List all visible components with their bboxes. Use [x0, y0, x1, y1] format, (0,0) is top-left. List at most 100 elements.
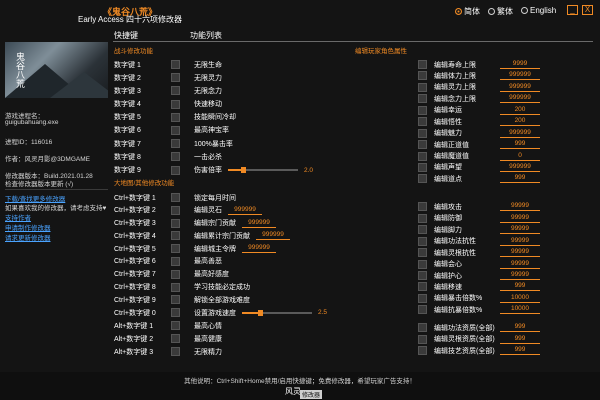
toggle-button[interactable] [418, 128, 427, 138]
toggle-button[interactable] [418, 271, 427, 280]
value-input[interactable]: 99999 [500, 260, 540, 269]
toggle-button[interactable] [171, 295, 180, 305]
toggle-button[interactable] [171, 193, 180, 202]
link-support-author[interactable]: 支持作者 [5, 212, 31, 222]
link-request-update[interactable]: 请求更新修改器 [5, 232, 51, 242]
toggle-button[interactable] [171, 269, 180, 279]
toggle-button[interactable] [418, 162, 427, 172]
attribute-label: 编辑灵力上限 [434, 84, 476, 92]
slider-handle[interactable] [241, 167, 247, 173]
toggle-button[interactable] [171, 73, 180, 83]
toggle-button[interactable] [171, 282, 180, 292]
lang-label: 繁体 [497, 7, 513, 16]
lang-option-traditional[interactable]: 繁体 [488, 6, 513, 17]
close-button[interactable]: X [582, 5, 593, 15]
value-input[interactable]: 10000 [500, 294, 540, 303]
toggle-button[interactable] [171, 99, 180, 109]
value-input[interactable]: 999999 [500, 163, 540, 172]
toggle-button[interactable] [171, 165, 180, 175]
toggle-button[interactable] [418, 117, 427, 127]
toggle-button[interactable] [418, 334, 427, 344]
toggle-button[interactable] [171, 125, 180, 135]
value-input[interactable]: 999 [500, 174, 540, 184]
value-input[interactable]: 999999 [242, 244, 276, 254]
value-input[interactable]: 0 [500, 152, 540, 161]
value-input[interactable]: 99999 [500, 271, 540, 280]
toggle-button[interactable] [418, 60, 427, 69]
attribute-label: 编辑魔道值 [434, 153, 469, 160]
toggle-button[interactable] [171, 112, 180, 122]
value-input[interactable]: 999 [500, 140, 540, 150]
column-hotkey: 快捷键 [114, 31, 138, 40]
hotkey-label: Ctrl+数字键 4 [114, 232, 156, 240]
toggle-button[interactable] [171, 347, 180, 357]
value-input[interactable]: 999999 [256, 231, 290, 241]
value-input[interactable]: 999 [500, 346, 540, 356]
value-input[interactable]: 200 [500, 117, 540, 127]
toggle-button[interactable] [418, 105, 427, 115]
toggle-button[interactable] [171, 205, 180, 215]
slider-handle[interactable] [257, 309, 263, 316]
value-input[interactable]: 200 [500, 106, 540, 115]
value-input[interactable]: 999 [500, 323, 540, 333]
value-input[interactable]: 99999 [500, 248, 540, 258]
process-id: 进程ID：116016 [5, 139, 53, 146]
link-request-trainer[interactable]: 申请制作修改器 [5, 222, 51, 232]
attribute-label: 编辑灵根资质(全部) [434, 336, 495, 344]
toggle-button[interactable] [418, 259, 427, 269]
value-input[interactable]: 99999 [500, 237, 540, 246]
cheat-row: Ctrl+数字键 6 最高善恶 [114, 256, 327, 267]
update-check[interactable]: 检查修改器版本更新 (√) [5, 178, 73, 188]
value-input[interactable]: 99999 [500, 225, 540, 235]
toggle-button[interactable] [171, 218, 180, 228]
toggle-button[interactable] [418, 346, 427, 356]
toggle-button[interactable] [171, 334, 180, 344]
toggle-button[interactable] [418, 71, 427, 81]
value-slider[interactable] [242, 309, 312, 316]
toggle-button[interactable] [418, 82, 427, 92]
toggle-button[interactable] [418, 248, 427, 258]
attribute-label: 编辑护心 [434, 272, 462, 280]
hotkey-label: Alt+数字键 1 [114, 322, 154, 330]
value-input[interactable]: 99999 [500, 202, 540, 212]
value-input[interactable]: 999999 [500, 129, 540, 138]
value-input[interactable]: 999999 [500, 83, 540, 92]
cheat-row: 数字键 4 快速移动 [114, 99, 313, 110]
toggle-button[interactable] [171, 139, 180, 149]
toggle-button[interactable] [418, 140, 427, 150]
toggle-button[interactable] [418, 323, 427, 333]
toggle-button[interactable] [418, 174, 427, 184]
toggle-button[interactable] [418, 236, 427, 246]
hotkey-label: 数字键 2 [114, 74, 141, 82]
value-slider[interactable] [228, 167, 298, 173]
toggle-button[interactable] [171, 256, 180, 266]
toggle-button[interactable] [171, 244, 180, 254]
toggle-button[interactable] [171, 60, 180, 69]
toggle-button[interactable] [418, 213, 427, 223]
value-input[interactable]: 999999 [500, 71, 540, 81]
toggle-button[interactable] [418, 94, 427, 104]
value-input[interactable]: 9999 [500, 60, 540, 69]
value-input[interactable]: 999 [500, 282, 540, 292]
toggle-button[interactable] [171, 231, 180, 241]
toggle-button[interactable] [171, 86, 180, 96]
toggle-button[interactable] [171, 308, 180, 318]
value-input[interactable]: 99999 [500, 214, 540, 223]
toggle-button[interactable] [418, 282, 427, 292]
toggle-button[interactable] [418, 305, 427, 315]
toggle-button[interactable] [418, 225, 427, 235]
toggle-button[interactable] [171, 321, 180, 330]
minimize-button[interactable]: _ [567, 5, 578, 15]
value-input[interactable]: 999 [500, 335, 540, 344]
toggle-button[interactable] [418, 202, 427, 212]
toggle-button[interactable] [418, 293, 427, 303]
toggle-button[interactable] [171, 152, 180, 162]
cheat-label: 设置游戏速度 [194, 309, 236, 317]
lang-option-simplified[interactable]: 简体 [455, 6, 480, 17]
lang-option-english[interactable]: English [521, 6, 556, 15]
value-input[interactable]: 999999 [228, 206, 262, 215]
value-input[interactable]: 999999 [242, 219, 276, 228]
value-input[interactable]: 10000 [500, 305, 540, 315]
toggle-button[interactable] [418, 151, 427, 161]
value-input[interactable]: 999999 [500, 94, 540, 104]
